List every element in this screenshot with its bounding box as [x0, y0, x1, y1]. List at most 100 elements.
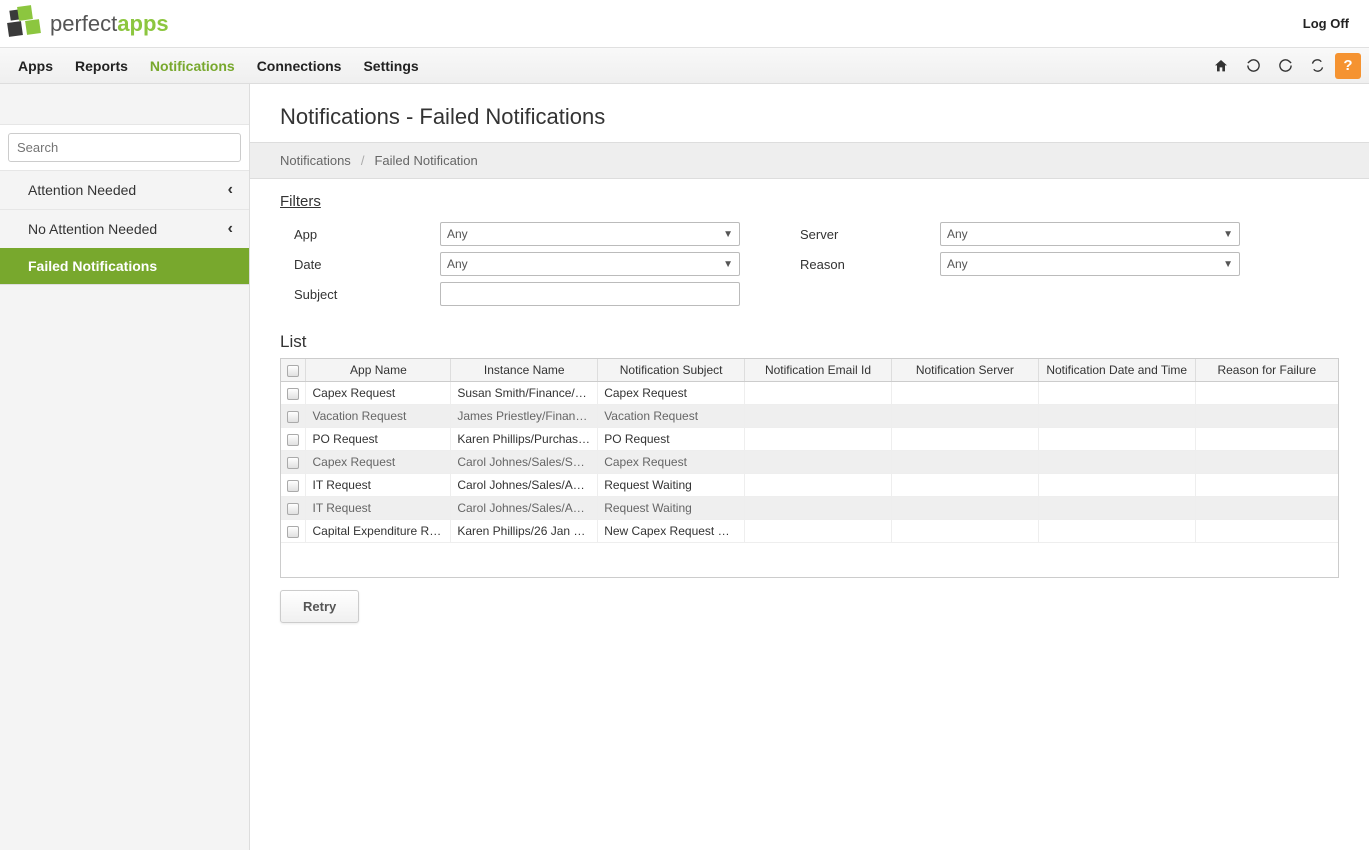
- cell-subject: Request Waiting: [598, 474, 745, 497]
- row-checkbox[interactable]: [287, 480, 299, 492]
- table-row[interactable]: Capex RequestCarol Johnes/Sales/SR443Cap…: [281, 451, 1338, 474]
- cell-email: [745, 382, 892, 405]
- logoff-link[interactable]: Log Off: [1303, 16, 1349, 31]
- filter-server-select[interactable]: Any▼: [940, 222, 1240, 246]
- retry-button[interactable]: Retry: [280, 590, 359, 623]
- cell-reason: [1195, 428, 1338, 451]
- help-icon[interactable]: ?: [1335, 53, 1361, 79]
- filter-app-select[interactable]: Any▼: [440, 222, 740, 246]
- cell-server: [891, 497, 1038, 520]
- breadcrumb-separator: /: [361, 153, 365, 168]
- cell-date: [1038, 474, 1195, 497]
- cell-reason: [1195, 382, 1338, 405]
- cell-app: Capex Request: [306, 451, 451, 474]
- row-checkbox[interactable]: [287, 434, 299, 446]
- filter-subject-label: Subject: [280, 287, 440, 302]
- cell-email: [745, 520, 892, 543]
- cell-app: IT Request: [306, 497, 451, 520]
- refresh-icon[interactable]: [1239, 52, 1267, 80]
- cell-server: [891, 451, 1038, 474]
- table-row[interactable]: IT RequestCarol Johnes/Sales/AB232Reques…: [281, 497, 1338, 520]
- sidebar: Attention Needed‹No Attention Needed‹ Fai…: [0, 84, 250, 850]
- cell-server: [891, 520, 1038, 543]
- breadcrumb-item[interactable]: Notifications: [280, 153, 351, 168]
- logo-mark-icon: [8, 6, 44, 42]
- filters-heading: Filters: [280, 193, 1339, 210]
- search-input[interactable]: [8, 133, 241, 162]
- cell-email: [745, 451, 892, 474]
- cell-instance: Karen Phillips/Purchase/PR5: [451, 428, 598, 451]
- logo: perfectapps: [8, 6, 169, 42]
- cell-server: [891, 382, 1038, 405]
- table-row[interactable]: Capex RequestSusan Smith/Finance/FR455Ca…: [281, 382, 1338, 405]
- cell-instance: Carol Johnes/Sales/AB232: [451, 497, 598, 520]
- sidebar-item-label: Failed Notifications: [28, 258, 157, 274]
- nav-item-notifications[interactable]: Notifications: [150, 58, 235, 74]
- cell-email: [745, 497, 892, 520]
- cell-reason: [1195, 405, 1338, 428]
- column-header[interactable]: Notification Date and Time: [1038, 359, 1195, 382]
- cell-subject: Capex Request: [598, 451, 745, 474]
- cell-date: [1038, 382, 1195, 405]
- filter-subject-input[interactable]: [440, 282, 740, 306]
- cell-app: Capex Request: [306, 382, 451, 405]
- cell-subject: Capex Request: [598, 382, 745, 405]
- nav-item-connections[interactable]: Connections: [257, 58, 342, 74]
- cell-reason: [1195, 520, 1338, 543]
- table-row[interactable]: Capital Expenditure RequestKaren Phillip…: [281, 520, 1338, 543]
- reload-icon[interactable]: [1271, 52, 1299, 80]
- filter-server-label: Server: [740, 227, 940, 242]
- filter-app-label: App: [280, 227, 440, 242]
- column-header[interactable]: App Name: [306, 359, 451, 382]
- table-row[interactable]: IT RequestCarol Johnes/Sales/AB232Reques…: [281, 474, 1338, 497]
- sidebar-item-no-attention-needed[interactable]: No Attention Needed‹: [0, 209, 249, 248]
- column-header[interactable]: Reason for Failure: [1195, 359, 1338, 382]
- breadcrumb-item: Failed Notification: [374, 153, 477, 168]
- cell-server: [891, 428, 1038, 451]
- cell-subject: PO Request: [598, 428, 745, 451]
- filter-date-select[interactable]: Any▼: [440, 252, 740, 276]
- chevron-down-icon: ▼: [723, 259, 733, 270]
- sidebar-item-attention-needed[interactable]: Attention Needed‹: [0, 171, 249, 209]
- row-checkbox[interactable]: [287, 411, 299, 423]
- sidebar-item-failed-notifications[interactable]: Failed Notifications: [0, 248, 249, 284]
- sidebar-item-label: Attention Needed: [28, 182, 136, 198]
- nav-item-reports[interactable]: Reports: [75, 58, 128, 74]
- cell-instance: James Priestley/Finance/FC5: [451, 405, 598, 428]
- nav-item-settings[interactable]: Settings: [363, 58, 418, 74]
- table-row[interactable]: PO RequestKaren Phillips/Purchase/PR5PO …: [281, 428, 1338, 451]
- cell-server: [891, 474, 1038, 497]
- list-heading: List: [280, 332, 1339, 352]
- row-checkbox[interactable]: [287, 457, 299, 469]
- row-checkbox[interactable]: [287, 388, 299, 400]
- row-checkbox[interactable]: [287, 526, 299, 538]
- cell-instance: Karen Phillips/26 Jan 2018/IT: [451, 520, 598, 543]
- row-checkbox[interactable]: [287, 503, 299, 515]
- sync-icon[interactable]: [1303, 52, 1331, 80]
- cell-date: [1038, 451, 1195, 474]
- chevron-down-icon: ▼: [723, 229, 733, 240]
- cell-date: [1038, 520, 1195, 543]
- cell-date: [1038, 405, 1195, 428]
- cell-app: IT Request: [306, 474, 451, 497]
- column-header[interactable]: Notification Email Id: [745, 359, 892, 382]
- nav-item-apps[interactable]: Apps: [18, 58, 53, 74]
- list-grid: App NameInstance NameNotification Subjec…: [280, 358, 1339, 578]
- column-header[interactable]: Notification Subject: [598, 359, 745, 382]
- table-row[interactable]: Vacation RequestJames Priestley/Finance/…: [281, 405, 1338, 428]
- cell-app: PO Request: [306, 428, 451, 451]
- column-header[interactable]: Notification Server: [891, 359, 1038, 382]
- cell-app: Vacation Request: [306, 405, 451, 428]
- column-header[interactable]: Instance Name: [451, 359, 598, 382]
- chevron-down-icon: ▼: [1223, 229, 1233, 240]
- filter-reason-label: Reason: [740, 257, 940, 272]
- cell-subject: Request Waiting: [598, 497, 745, 520]
- sidebar-item-label: No Attention Needed: [28, 221, 157, 237]
- cell-server: [891, 405, 1038, 428]
- cell-reason: [1195, 497, 1338, 520]
- cell-instance: Carol Johnes/Sales/AB232: [451, 474, 598, 497]
- cell-email: [745, 405, 892, 428]
- filter-reason-select[interactable]: Any▼: [940, 252, 1240, 276]
- select-all-checkbox[interactable]: [287, 365, 299, 377]
- home-icon[interactable]: [1207, 52, 1235, 80]
